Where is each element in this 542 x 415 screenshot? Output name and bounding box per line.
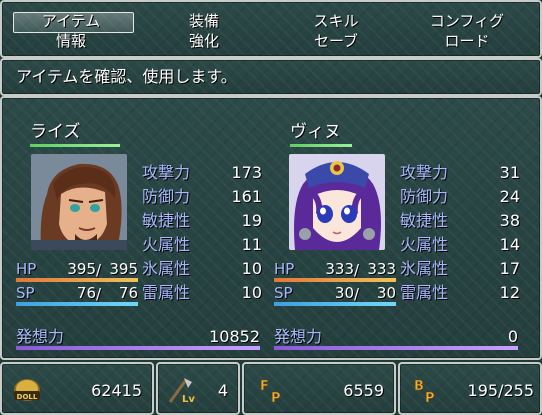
sp-gauge-fill	[274, 302, 396, 306]
actor-portrait-vinu	[289, 154, 385, 250]
menu-item-skills[interactable]: スキル	[281, 13, 391, 30]
stat-label-fire: 火属性	[400, 235, 449, 254]
stat-label-agility: 敏捷性	[400, 211, 449, 230]
actor-portrait-raiz	[31, 154, 127, 250]
stat-value-defense: 24	[499, 187, 520, 206]
doll-coin-icon: DOLL	[14, 379, 40, 401]
level-window: Lv 4	[156, 362, 240, 415]
stat-label-attack: 攻撃力	[400, 163, 449, 182]
svg-text:P: P	[271, 391, 281, 404]
stat-value-fire: 14	[499, 235, 520, 254]
hp-current: 395	[67, 260, 96, 278]
sp-gauge	[16, 302, 138, 306]
stat-value-attack: 173	[231, 163, 262, 182]
hp-gauge	[16, 278, 138, 282]
sp-max: 30	[376, 284, 396, 302]
idea-power-label: 発想力	[274, 327, 323, 346]
level-icon: Lv	[168, 378, 195, 404]
level-value: 4	[217, 381, 228, 400]
stat-value-agility: 19	[241, 211, 262, 230]
money-window: DOLL 62415	[0, 362, 154, 415]
actor-name-underline	[290, 144, 352, 147]
hp-current: 333	[325, 260, 354, 278]
hp-max: 395	[109, 260, 138, 278]
stat-label-ice: 氷属性	[142, 259, 191, 278]
menu-item-enhance[interactable]: 強化	[149, 33, 259, 50]
stat-label-defense: 防御力	[142, 187, 191, 206]
idea-power-label: 発想力	[16, 327, 65, 346]
stat-value-fire: 11	[241, 235, 262, 254]
menu-item-config[interactable]: コンフィグ	[412, 13, 522, 30]
hp-gauge	[274, 278, 396, 282]
bp-value: 195/255	[467, 381, 534, 400]
svg-text:B: B	[414, 379, 424, 394]
command-menu-window: アイテム 装備 スキル コンフィグ 情報 強化 セーブ ロード	[0, 0, 542, 58]
hp-max: 333	[367, 260, 396, 278]
bp-icon: B P	[414, 379, 435, 404]
money-value: 62415	[91, 381, 142, 400]
actor-name-underline	[30, 144, 120, 147]
sp-gauge	[274, 302, 396, 306]
idea-power-gauge	[16, 346, 260, 350]
stat-label-thunder: 雷属性	[142, 283, 191, 302]
svg-text:DOLL: DOLL	[17, 393, 38, 401]
idea-power-value: 10852	[209, 327, 260, 346]
idea-power-value: 0	[507, 327, 518, 346]
stat-value-agility: 38	[499, 211, 520, 230]
hp-gauge-fill	[16, 278, 138, 282]
help-text: アイテムを確認、使用します。	[16, 67, 237, 86]
fp-window: F P 6559	[242, 362, 396, 415]
menu-item-items[interactable]: アイテム	[16, 13, 126, 30]
actor-name: ライズ	[30, 122, 81, 142]
stat-value-attack: 31	[499, 163, 520, 182]
fp-value: 6559	[343, 381, 384, 400]
menu-item-load[interactable]: ロード	[412, 33, 522, 50]
menu-item-save[interactable]: セーブ	[281, 33, 391, 50]
stat-label-thunder: 雷属性	[400, 283, 449, 302]
hp-label: HP	[274, 260, 295, 278]
bp-window: B P 195/255	[398, 362, 542, 415]
vinu-face-icon	[289, 154, 385, 250]
menu-item-equipment[interactable]: 装備	[149, 13, 259, 30]
actor-name: ヴィヌ	[290, 122, 341, 142]
idea-power-gauge-fill	[274, 346, 518, 350]
svg-text:P: P	[425, 391, 435, 404]
idea-power-gauge	[274, 346, 518, 350]
menu-item-info[interactable]: 情報	[16, 33, 126, 50]
stat-value-thunder: 10	[241, 283, 262, 302]
hp-label: HP	[16, 260, 37, 278]
hp-gauge-fill	[274, 278, 396, 282]
sp-label: SP	[16, 284, 35, 302]
stat-value-ice: 17	[499, 259, 520, 278]
stat-value-defense: 161	[231, 187, 262, 206]
sp-current: 76	[76, 284, 96, 302]
stat-label-attack: 攻撃力	[142, 163, 191, 182]
stat-value-ice: 10	[241, 259, 262, 278]
sp-max: 76	[118, 284, 138, 302]
sp-label: SP	[274, 284, 293, 302]
stat-label-fire: 火属性	[142, 235, 191, 254]
raiz-face-icon	[31, 154, 127, 250]
stat-label-agility: 敏捷性	[142, 211, 191, 230]
party-status-window: ライズ 攻撃力 173 防御力 161 敏捷性 19 火属性 11 氷属性 10…	[0, 96, 542, 360]
svg-text:F: F	[260, 379, 269, 394]
stat-label-defense: 防御力	[400, 187, 449, 206]
sp-gauge-fill	[16, 302, 138, 306]
stat-label-ice: 氷属性	[400, 259, 449, 278]
fp-icon: F P	[260, 379, 281, 404]
sp-current: 30	[334, 284, 354, 302]
help-window: アイテムを確認、使用します。	[0, 58, 542, 96]
idea-power-gauge-fill	[16, 346, 260, 350]
stat-value-thunder: 12	[499, 283, 520, 302]
